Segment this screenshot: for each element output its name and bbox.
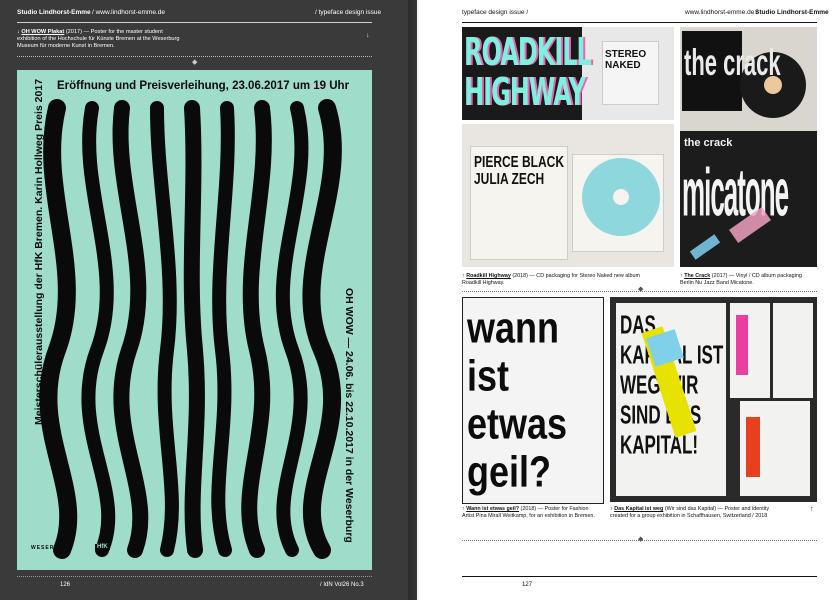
arrow-up-icon: ↑ <box>462 506 465 512</box>
poster-vertical-left: Meisterschülerausstellung der HfK Bremen… <box>33 78 45 425</box>
arrow-up-icon: ↑ <box>462 273 465 279</box>
poster-artwork <box>39 99 342 559</box>
header-url-right: www.lindhorst-emme.de / <box>685 9 758 16</box>
pierce-black-text: PIERCE BLACK JULIA ZECH <box>474 152 565 188</box>
arrow-up-icon: ↑ <box>680 273 683 279</box>
footer-rule <box>17 576 372 577</box>
caption-title: OH WOW Plakat <box>21 29 65 35</box>
wann-ist-poster: wann ist etwas geil? <box>462 297 604 504</box>
header-url: / www.lindhorst-emme.de <box>92 9 165 16</box>
caption-wann-ist: ↑ Wann ist etwas geil? (2018) — Poster f… <box>462 506 595 519</box>
header-rule <box>17 22 372 23</box>
poster-vertical-right: OH WOW — 24.06. bis 22.10.2017 in der We… <box>343 288 355 543</box>
arrow-up-icon: ↑ <box>610 506 613 512</box>
the-crack-title: the crack <box>684 137 733 149</box>
right-page: typeface design issue / www.lindhorst-em… <box>417 0 834 600</box>
caption-roadkill: ↑ Roadkill Highway (2018) — CD packaging… <box>462 273 640 286</box>
caption-divider <box>17 56 372 57</box>
diamond-icon: ◆ <box>192 59 198 66</box>
diamond-icon: ◆ <box>638 536 644 543</box>
caption-year: (2017) <box>65 29 82 35</box>
weserburg-logo: WESERBURG <box>31 545 74 551</box>
das-kapital-photo: DAS KAPITAL IST WEG WIR SIND DAS KAPITAL… <box>610 297 817 502</box>
the-crack-photo: the crack the crack micatone <box>680 27 817 267</box>
oh-wow-poster: Eröffnung und Preisverleihung, 23.06.201… <box>17 70 372 570</box>
poster-headline: Eröffnung und Preisverleihung, 23.06.201… <box>57 80 350 92</box>
poster-caption: ↓ OH WOW Plakat (2017) — Poster for the … <box>17 29 187 51</box>
magazine-issue: / IdN Vol26 No.3 <box>320 582 364 588</box>
caption-the-crack: ↑ The Crack (2017) — Vinyl / CD album pa… <box>680 273 802 286</box>
hfk-logo: HfK <box>95 544 110 550</box>
arrow-down-icon: ↓ <box>17 29 20 35</box>
left-page: Studio Lindhorst-Emme / www.lindhorst-em… <box>0 0 417 600</box>
header-issue: / typeface design issue <box>315 9 382 16</box>
pierce-black-photo: PIERCE BLACK JULIA ZECH <box>462 124 674 267</box>
header-studio: Studio Lindhorst-Emme <box>17 9 91 16</box>
header-rule-right <box>462 22 817 23</box>
page-number-left: 126 <box>60 582 71 588</box>
the-crack-cover-text: the crack <box>684 41 781 84</box>
caption-das-kapital: ↑ Das Kapital ist weg (Wir sind das Kapi… <box>610 506 770 519</box>
arrow-up-icon: ↑ <box>810 506 814 513</box>
diamond-icon: ◆ <box>638 286 644 293</box>
wann-ist-text: wann ist etwas geil? <box>467 302 568 496</box>
stereo-naked-text: STEREO NAKED <box>605 49 647 71</box>
micatone-text: micatone <box>682 153 789 231</box>
header-studio-right: Studio Lindhorst-Emme <box>755 9 829 16</box>
gutter-shadow <box>408 0 420 600</box>
footer-rule-right <box>462 576 817 577</box>
roadkill-highway-photo: ROADKILL HIGHWAY STEREO NAKED <box>462 27 674 120</box>
header-issue-right: typeface design issue / <box>462 9 529 16</box>
roadkill-cover-text: ROADKILL HIGHWAY <box>464 29 592 115</box>
page-number-right: 127 <box>522 582 533 588</box>
arrow-down-icon: ↓ <box>366 32 370 39</box>
magazine-spread: Studio Lindhorst-Emme / www.lindhorst-em… <box>0 0 834 600</box>
